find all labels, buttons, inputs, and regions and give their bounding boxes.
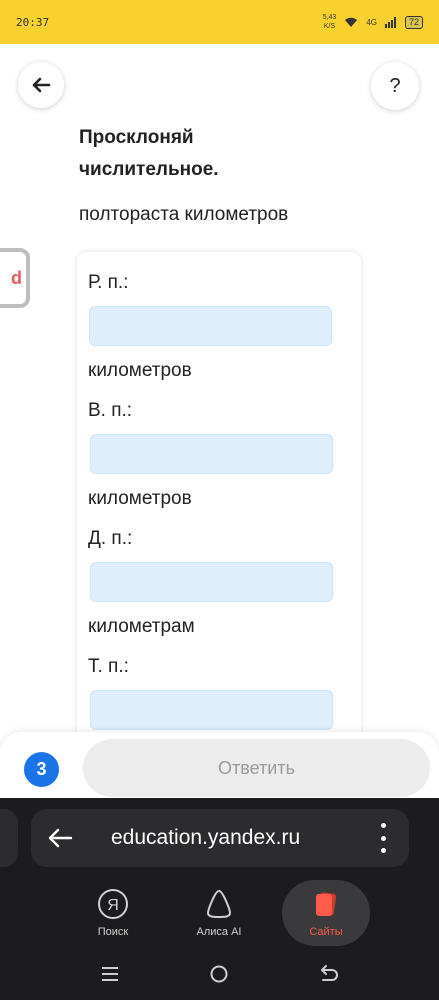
task-phrase: полтораста километров: [79, 204, 289, 225]
home-icon[interactable]: [207, 963, 231, 985]
address-bar[interactable]: education.yandex.ru: [31, 809, 409, 867]
question-counter-badge: 3: [24, 752, 59, 787]
system-back-icon[interactable]: [317, 963, 341, 985]
genitive-input[interactable]: [89, 306, 332, 346]
tab-sites-label: Сайты: [309, 926, 343, 938]
more-menu-icon[interactable]: [377, 823, 389, 853]
case-word-accusative: километров: [88, 488, 192, 509]
yandex-logo-icon: Я: [97, 888, 129, 920]
case-label-instrumental: Т. п.:: [88, 656, 129, 677]
network-type: 4G: [366, 17, 377, 27]
battery-icon: 72: [404, 15, 423, 29]
case-label-accusative: В. п.:: [88, 400, 133, 421]
dative-input[interactable]: [90, 562, 333, 602]
answer-bar: 3 Ответить: [0, 732, 439, 798]
tab-alice-label: Алиса AI: [196, 926, 242, 938]
app-logo-icon[interactable]: d: [0, 248, 30, 308]
signal-icon: [384, 16, 396, 28]
url-text[interactable]: education.yandex.ru: [111, 826, 300, 850]
top-navigation: ?: [0, 44, 439, 122]
accusative-input[interactable]: [90, 434, 333, 474]
arrow-left-icon: [32, 77, 51, 93]
logo-mark: d: [11, 267, 22, 288]
sites-icon: [310, 888, 342, 920]
previous-tab-preview[interactable]: [0, 809, 18, 867]
help-button[interactable]: ?: [371, 62, 419, 110]
task-content: Просклоняй числительное. полтораста кило…: [0, 122, 439, 732]
network-speed-value: 5,43: [322, 14, 337, 21]
answer-card: Р. п.: километров В. п.: километров Д. п…: [77, 252, 361, 732]
browser-toolbar: education.yandex.ru Я Поиск Алиса AI Сай…: [0, 798, 439, 1000]
alice-icon: [203, 888, 235, 920]
arrow-left-icon: [48, 828, 73, 848]
case-word-dative: километрам: [88, 616, 195, 637]
svg-text:Я: Я: [107, 897, 119, 914]
wifi-icon: [345, 17, 358, 27]
status-indicators: 5,43 K/S 4G 72: [323, 13, 423, 31]
task-title: Просклоняй числительное.: [79, 127, 219, 180]
case-label-genitive: Р. п.:: [88, 272, 129, 293]
network-speed-unit: K/S: [323, 23, 336, 30]
back-button[interactable]: [18, 62, 64, 108]
system-navigation-bar: [0, 948, 439, 1000]
tab-search-label: Поиск: [97, 926, 129, 938]
network-speed: 5,43 K/S: [323, 13, 337, 31]
instrumental-input[interactable]: [90, 690, 333, 730]
tab-alice[interactable]: Алиса AI: [175, 880, 263, 946]
status-time: 20:37: [16, 15, 50, 29]
recent-apps-icon[interactable]: [98, 963, 122, 985]
submit-answer-button[interactable]: Ответить: [83, 739, 430, 797]
status-bar: 20:37 5,43 K/S 4G 72: [0, 0, 439, 44]
tab-sites[interactable]: Сайты: [282, 880, 370, 946]
tab-search[interactable]: Я Поиск: [69, 880, 157, 946]
case-word-genitive: километров: [88, 360, 192, 381]
browser-back-button[interactable]: [45, 824, 75, 852]
case-label-dative: Д. п.:: [88, 528, 133, 549]
